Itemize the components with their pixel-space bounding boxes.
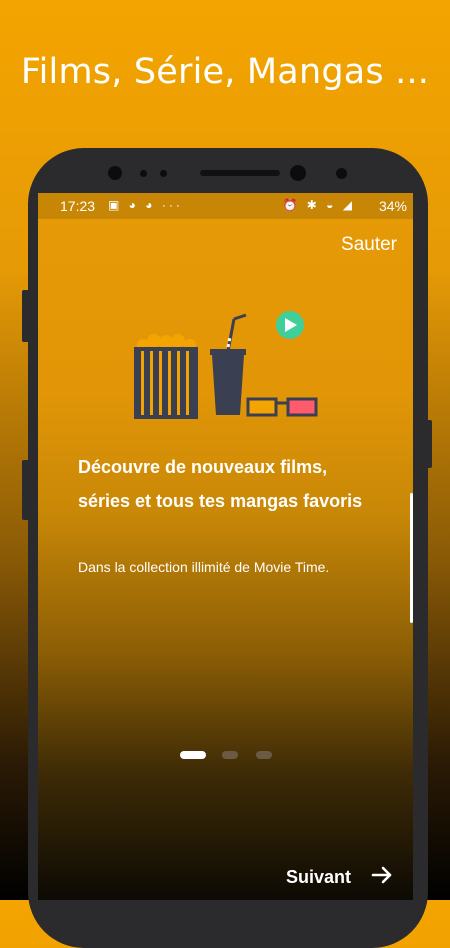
page-dot[interactable] (256, 751, 272, 759)
popcorn-icon (134, 334, 198, 419)
skip-button[interactable]: Sauter (341, 234, 397, 256)
phone-iris-sensor (336, 168, 347, 179)
onboarding-subtitle: Dans la collection illimité de Movie Tim… (78, 559, 330, 575)
phone-volume-button (22, 290, 29, 342)
next-button[interactable]: Suivant (286, 867, 351, 888)
phone-camera (108, 166, 122, 180)
headline: Films, Série, Mangas ... (20, 52, 430, 92)
phone-bixby-button (22, 460, 29, 520)
status-bar: 17:23 ▣ ◕ ◕ ··· ⏰ ✱ ◒ ◢ 34% (38, 193, 413, 219)
status-time: 17:23 (60, 198, 96, 214)
app-screen: 17:23 ▣ ◕ ◕ ··· ⏰ ✱ ◒ ◢ 34% Sauter Décou… (38, 193, 413, 900)
phone-front-camera (290, 165, 306, 181)
phone-speaker (200, 170, 280, 176)
phone-sensor (140, 170, 147, 177)
notification-icons: ▣ ◕ ◕ ··· (108, 198, 183, 212)
drink-icon (210, 313, 247, 415)
phone-power-button (425, 420, 432, 468)
page-dot-active[interactable] (180, 751, 206, 759)
cinema-illustration (134, 311, 318, 419)
edge-panel-handle[interactable] (410, 493, 413, 623)
play-icon (276, 311, 304, 339)
arrow-right-icon[interactable] (370, 863, 394, 887)
page-dot[interactable] (222, 751, 238, 759)
system-icons: ⏰ ✱ ◒ ◢ (282, 198, 355, 212)
battery-level: 34% (378, 198, 407, 214)
3d-glasses-icon (246, 397, 318, 417)
phone-sensor (160, 170, 167, 177)
onboarding-title: Découvre de nouveaux films, séries et to… (78, 457, 363, 511)
